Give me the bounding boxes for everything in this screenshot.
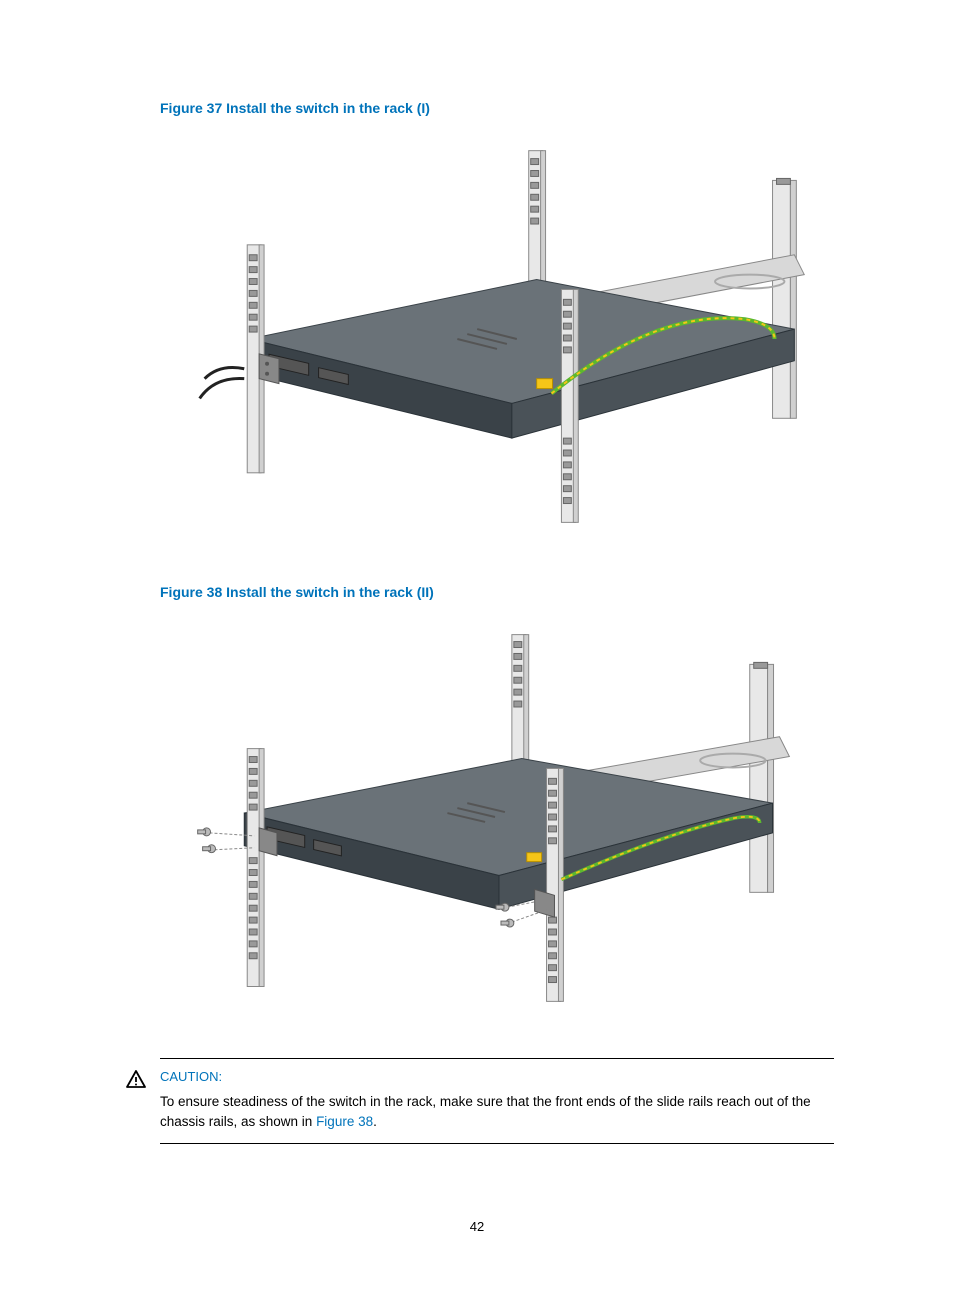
caution-label: CAUTION: <box>160 1069 834 1084</box>
page-number: 42 <box>0 1219 954 1234</box>
caution-block: CAUTION: To ensure steadiness of the swi… <box>160 1058 834 1144</box>
figure-37-image <box>160 124 834 554</box>
caution-icon <box>125 1069 147 1094</box>
figure-38-link[interactable]: Figure 38 <box>316 1114 373 1129</box>
caution-text-after: . <box>373 1114 377 1129</box>
figure-38-caption: Figure 38 Install the switch in the rack… <box>160 584 834 600</box>
caution-text: To ensure steadiness of the switch in th… <box>160 1092 834 1133</box>
caution-text-before: To ensure steadiness of the switch in th… <box>160 1094 811 1129</box>
figure-38-image <box>160 608 834 1028</box>
figure-37-caption: Figure 37 Install the switch in the rack… <box>160 100 834 116</box>
